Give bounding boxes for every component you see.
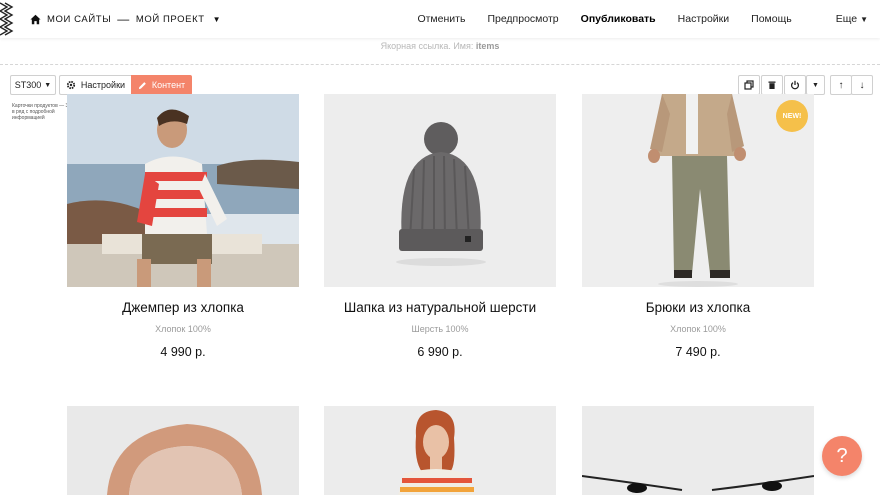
grey-knit-beanie-image xyxy=(396,122,486,266)
arrow-up-icon: ↑ xyxy=(838,79,844,91)
new-badge: NEW! xyxy=(776,100,808,132)
product-title[interactable]: Брюки из хлопка xyxy=(582,300,814,315)
anchor-link-info: Якорная ссылка. Имя: items xyxy=(0,41,880,51)
chevron-down-icon[interactable]: ▼ xyxy=(213,15,222,24)
chevron-down-icon: ▼ xyxy=(812,81,819,89)
chevron-down-icon: ▼ xyxy=(44,81,52,89)
breadcrumb-my-sites-link[interactable]: МОИ САЙТЫ xyxy=(47,14,111,25)
preview-link[interactable]: Предпросмотр xyxy=(487,13,558,25)
more-actions-button[interactable]: ▼ xyxy=(806,75,825,95)
product-image[interactable] xyxy=(324,406,556,495)
block-content-label: Контент xyxy=(151,80,186,90)
product-price: 6 990 р. xyxy=(417,345,463,359)
undo-link[interactable]: Отменить xyxy=(417,13,465,25)
move-down-button[interactable]: ↓ xyxy=(851,75,873,95)
woman-striped-top-image xyxy=(398,410,474,495)
pencil-icon xyxy=(138,81,146,89)
question-icon: ? xyxy=(836,444,848,467)
top-nav: Отменить Предпросмотр Опубликовать Настр… xyxy=(395,13,868,25)
chevron-down-icon: ▼ xyxy=(860,15,868,24)
top-bar: МОИ САЙТЫ — МОЙ ПРОЕКТ ▼ Отменить Предпр… xyxy=(0,0,880,38)
help-button[interactable]: ? xyxy=(822,436,862,476)
product-title[interactable]: Джемпер из хлопка xyxy=(67,300,299,315)
delete-block-button[interactable] xyxy=(761,75,783,95)
toggle-block-button[interactable] xyxy=(784,75,806,95)
product-price: 7 490 р. xyxy=(675,345,721,359)
block-settings-label: Настройки xyxy=(80,80,126,90)
product-description: Шерсть 100% xyxy=(411,324,469,334)
man-striped-sweater-seaside-image xyxy=(67,94,299,287)
product-description: Хлопок 100% xyxy=(155,324,211,334)
breadcrumb-project-link[interactable]: МОЙ ПРОЕКТ xyxy=(136,14,205,25)
product-image[interactable] xyxy=(582,406,814,495)
block-divider xyxy=(0,64,880,65)
block-content-button[interactable]: Контент xyxy=(131,75,192,95)
block-code-label: ST300 xyxy=(14,80,42,90)
trash-icon xyxy=(768,81,776,89)
product-image[interactable] xyxy=(67,94,299,287)
product-description: Хлопок 100% xyxy=(670,324,726,334)
breadcrumb: МОИ САЙТЫ — МОЙ ПРОЕКТ ▼ xyxy=(30,12,221,26)
copy-icon xyxy=(744,80,754,90)
product-price: 4 990 р. xyxy=(160,345,206,359)
home-icon[interactable] xyxy=(30,14,41,25)
anchor-label: Якорная ссылка. Имя: xyxy=(380,41,474,51)
product-image[interactable]: NEW! xyxy=(582,94,814,287)
anchor-name: items xyxy=(475,41,500,51)
more-label: Еще xyxy=(835,13,858,25)
breadcrumb-separator: — xyxy=(117,12,130,26)
arrow-down-icon: ↓ xyxy=(859,79,865,91)
gear-icon xyxy=(66,80,76,90)
settings-link[interactable]: Настройки xyxy=(678,13,730,25)
block-description: Карточки продуктов — 3 в ряд с подробной… xyxy=(12,103,69,121)
publish-link[interactable]: Опубликовать xyxy=(581,13,656,25)
move-up-button[interactable]: ↑ xyxy=(830,75,852,95)
block-code-dropdown[interactable]: ST300 ▼ xyxy=(10,75,56,95)
product-image[interactable] xyxy=(324,94,556,287)
more-menu[interactable]: Еще ▼ xyxy=(814,13,868,25)
logo-zigzag-icon[interactable] xyxy=(0,0,14,38)
product-title[interactable]: Шапка из натуральной шерсти xyxy=(324,300,556,315)
product-image[interactable] xyxy=(67,406,299,495)
block-settings-button[interactable]: Настройки xyxy=(59,75,131,95)
duplicate-block-button[interactable] xyxy=(738,75,760,95)
leather-belt-image xyxy=(107,424,262,495)
power-icon xyxy=(790,80,800,90)
help-link[interactable]: Помощь xyxy=(751,13,792,25)
black-sunglasses-image xyxy=(582,475,814,493)
